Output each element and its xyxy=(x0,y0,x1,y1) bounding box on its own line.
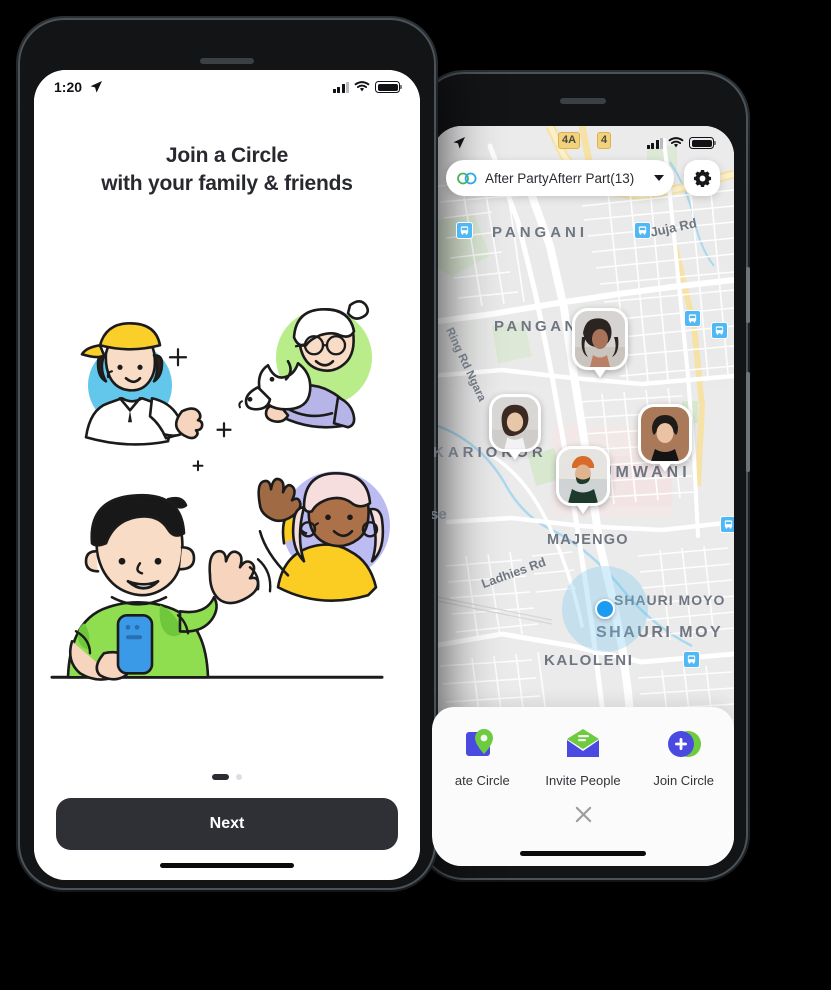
map-label-umwani: UMWANI xyxy=(600,464,691,481)
bus-stop-icon[interactable] xyxy=(720,516,734,533)
bus-glyph-icon xyxy=(638,226,647,235)
circle-name-label: After PartyAfterr Part(13) xyxy=(485,170,635,186)
create-circle-label: ate Circle xyxy=(454,773,510,788)
join-circle-action[interactable]: Join Circle xyxy=(633,721,734,788)
map-action-sheet: ate Circle Invite People Join Circle xyxy=(432,707,734,866)
bus-stop-icon[interactable] xyxy=(711,322,728,339)
my-location-dot[interactable] xyxy=(562,566,648,652)
home-indicator xyxy=(432,840,734,866)
gear-icon xyxy=(693,169,711,187)
chevron-down-icon xyxy=(654,175,664,181)
page-title: Join a Circle with your family & friends xyxy=(34,142,420,197)
bus-stop-icon[interactable] xyxy=(456,222,473,239)
invite-people-label: Invite People xyxy=(545,773,621,788)
close-x-icon xyxy=(575,806,591,822)
map-pin-glyph-icon xyxy=(466,729,494,756)
back-phone-screen: 4A 4 After PartyAfterr Part(13) PANGANI … xyxy=(432,126,734,866)
plus-circle-glyph-icon xyxy=(667,731,701,757)
page-dot-active[interactable] xyxy=(212,774,229,780)
onboarding-page-indicator[interactable] xyxy=(34,764,420,790)
pin-tail xyxy=(658,462,672,472)
map-top-toolbar: After PartyAfterr Part(13) xyxy=(432,160,734,196)
front-phone-status-bar: 1:20 xyxy=(34,70,420,104)
location-arrow-icon xyxy=(90,81,103,93)
avatar-photo xyxy=(489,394,541,452)
earpiece-speaker xyxy=(200,58,254,64)
avatar-image xyxy=(492,397,538,449)
front-phone-device: 1:20 Join a Circle with your family & fr… xyxy=(18,18,436,890)
back-phone-device: 4A 4 After PartyAfterr Part(13) PANGANI … xyxy=(418,72,750,880)
envelope-icon xyxy=(533,721,634,767)
bus-glyph-icon xyxy=(715,326,724,335)
circle-selector-chip[interactable]: After PartyAfterr Part(13) xyxy=(446,160,674,196)
map-label-kaloleni: KALOLENI xyxy=(544,652,634,669)
bus-glyph-icon xyxy=(724,520,733,529)
sheet-action-row: ate Circle Invite People Join Circle xyxy=(432,721,734,788)
map-settings-button[interactable] xyxy=(684,160,720,196)
avatar-photo xyxy=(572,308,628,370)
status-left-group xyxy=(452,136,466,150)
avatar-image xyxy=(559,449,607,503)
home-indicator-bar xyxy=(520,850,646,856)
join-circle-label: Join Circle xyxy=(653,773,715,788)
my-location-core xyxy=(595,599,615,619)
plus-circle-icon xyxy=(633,721,734,767)
volume-up-button[interactable] xyxy=(746,267,750,323)
map-label-se: se xyxy=(432,506,447,523)
bus-stop-icon[interactable] xyxy=(634,222,651,239)
bus-glyph-icon xyxy=(460,226,469,235)
screenshot-stage: 4A 4 After PartyAfterr Part(13) PANGANI … xyxy=(0,0,831,990)
bus-stop-icon[interactable] xyxy=(684,310,701,327)
pin-tail xyxy=(508,450,522,460)
wifi-icon xyxy=(668,137,684,148)
map-pin-icon xyxy=(432,721,533,767)
front-phone-screen: 1:20 Join a Circle with your family & fr… xyxy=(34,70,420,880)
earpiece-speaker xyxy=(560,98,606,104)
back-phone-status-bar xyxy=(432,126,734,160)
member-avatar-young-girl[interactable] xyxy=(489,394,541,460)
avatar-photo xyxy=(638,404,692,464)
location-arrow-icon xyxy=(453,137,465,149)
status-right-group xyxy=(332,81,403,93)
family-and-friends-illustration xyxy=(42,207,412,764)
bus-stop-icon[interactable] xyxy=(683,651,700,668)
create-circle-action[interactable]: ate Circle xyxy=(432,721,533,788)
member-avatar-beanie-man[interactable] xyxy=(556,446,610,514)
illustration-canvas xyxy=(50,300,390,682)
map-label-majengo: MAJENGO xyxy=(547,532,629,548)
map-label-pangani-1: PANGANI xyxy=(492,224,589,241)
bus-glyph-icon xyxy=(688,314,697,323)
page-dot[interactable] xyxy=(236,774,242,780)
member-avatar-curly-hair-woman[interactable] xyxy=(572,308,628,378)
pin-tail xyxy=(576,504,590,514)
map-app-screen: 4A 4 After PartyAfterr Part(13) PANGANI … xyxy=(432,126,734,866)
avatar-image xyxy=(575,311,625,367)
battery-full-icon xyxy=(689,137,717,149)
member-avatar-dark-hair-man[interactable] xyxy=(638,404,692,472)
home-indicator xyxy=(34,850,420,880)
volume-down-button[interactable] xyxy=(746,372,750,472)
page-title-line-1: Join a Circle xyxy=(165,144,289,167)
page-title-line-2: with your family & friends xyxy=(101,171,353,195)
envelope-glyph-icon xyxy=(567,729,599,757)
invite-people-action[interactable]: Invite People xyxy=(533,721,634,788)
battery-full-icon xyxy=(375,81,403,93)
onboarding-screen: 1:20 Join a Circle with your family & fr… xyxy=(34,70,420,880)
cellular-bars-icon xyxy=(646,137,663,149)
status-time: 1:20 xyxy=(54,79,83,95)
close-sheet-button[interactable] xyxy=(432,788,734,840)
wifi-icon xyxy=(354,81,370,92)
avatar-image xyxy=(641,407,689,461)
bus-glyph-icon xyxy=(687,655,696,664)
two-interlocking-circles-icon xyxy=(457,172,477,184)
status-right-group xyxy=(646,137,717,149)
home-indicator-bar xyxy=(160,862,294,868)
pin-tail xyxy=(593,368,607,378)
status-left-group: 1:20 xyxy=(54,79,103,95)
next-button[interactable]: Next xyxy=(56,798,398,850)
avatar-photo xyxy=(556,446,610,506)
cellular-bars-icon xyxy=(332,81,349,93)
